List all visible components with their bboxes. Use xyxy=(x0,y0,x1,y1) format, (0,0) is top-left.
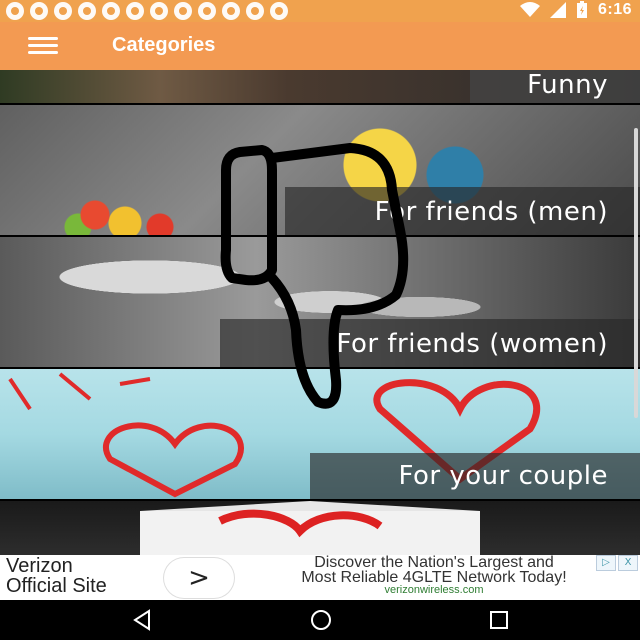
ball-icon xyxy=(126,2,144,20)
status-right: 6:16 xyxy=(519,1,632,19)
back-icon[interactable] xyxy=(130,608,154,632)
category-item-couple[interactable]: For your couple xyxy=(0,369,640,499)
notification-icon xyxy=(30,2,48,20)
ball-icon xyxy=(198,2,216,20)
ball-icon xyxy=(222,2,240,20)
ball-icon xyxy=(54,2,72,20)
ball-icon xyxy=(270,2,288,20)
notification-icons xyxy=(6,2,288,20)
category-item-funny[interactable]: Funny xyxy=(0,70,640,103)
ad-advertiser-line1: Verizon xyxy=(6,555,73,577)
envelope-graphic xyxy=(140,501,480,555)
signal-icon xyxy=(549,2,566,18)
category-item-friends-women[interactable]: For friends (women) xyxy=(0,237,640,367)
ad-banner[interactable]: Verizon Official Site > Discover the Nat… xyxy=(0,555,640,600)
ad-headline[interactable]: Discover the Nation's Largest and Most R… xyxy=(246,554,622,586)
ad-headline-line2: Most Reliable 4GLTE Network Today! xyxy=(301,569,567,586)
category-label: For friends (men) xyxy=(374,197,608,227)
category-label: For your couple xyxy=(398,461,608,491)
hamburger-menu-icon[interactable] xyxy=(28,37,58,55)
ad-advertiser[interactable]: Verizon Official Site xyxy=(6,556,107,596)
ad-advertiser-line2: Official Site xyxy=(6,575,107,597)
category-label: For friends (women) xyxy=(336,329,608,359)
ball-icon xyxy=(174,2,192,20)
scrollbar[interactable] xyxy=(634,128,638,418)
page-title: Categories xyxy=(112,34,216,56)
status-bar: 6:16 xyxy=(0,0,640,22)
ball-icon xyxy=(102,2,120,20)
battery-icon xyxy=(576,1,587,18)
ball-icon xyxy=(150,2,168,20)
chevron-right-icon: > xyxy=(188,563,210,593)
status-time: 6:16 xyxy=(597,1,632,18)
category-label: Funny xyxy=(527,70,608,100)
app-bar: Categories xyxy=(0,22,640,70)
category-item-partial[interactable] xyxy=(0,501,640,555)
recent-apps-icon[interactable] xyxy=(487,608,511,632)
adchoices-icon[interactable]: ▷ xyxy=(596,555,616,571)
home-icon[interactable] xyxy=(309,608,333,632)
ball-icon xyxy=(246,2,264,20)
category-list[interactable]: Funny For friends (men) For friends (wom… xyxy=(0,70,640,555)
ad-close-icon[interactable]: X xyxy=(618,555,638,571)
ad-arrow-button[interactable]: > xyxy=(164,558,234,598)
message-icon xyxy=(6,2,24,20)
wifi-icon xyxy=(519,2,540,17)
ad-url[interactable]: verizonwireless.com xyxy=(246,584,622,596)
ad-headline-line1: Discover the Nation's Largest and xyxy=(314,554,554,571)
category-item-friends-men[interactable]: For friends (men) xyxy=(0,105,640,235)
ball-icon xyxy=(78,2,96,20)
navigation-bar xyxy=(0,600,640,640)
ad-controls: ▷ X xyxy=(596,555,638,571)
